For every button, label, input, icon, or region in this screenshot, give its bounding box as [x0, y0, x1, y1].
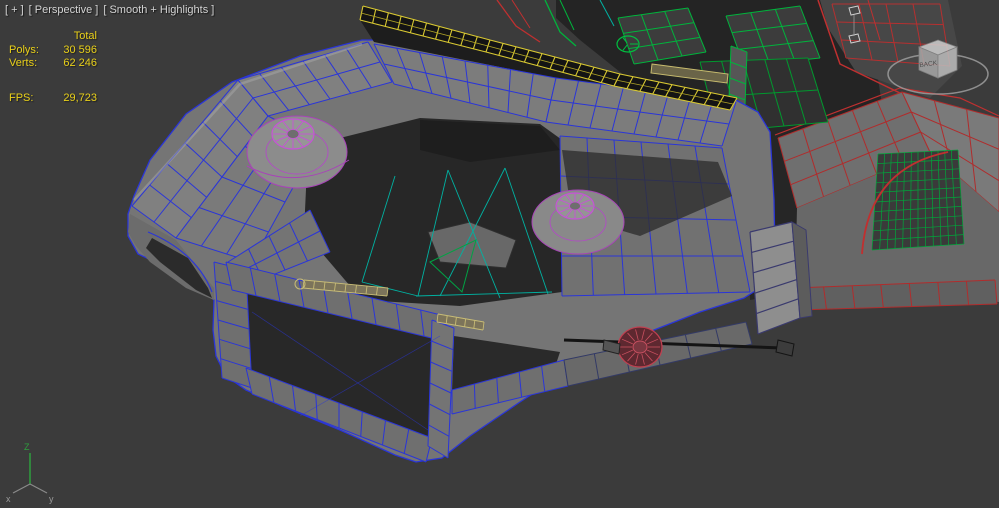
- axis-y-label: y: [49, 494, 54, 504]
- axis-y-line: [29, 483, 48, 494]
- stats-row-verts: Verts: 62 246: [9, 57, 97, 71]
- stats-polys-value: 30 596: [63, 43, 97, 56]
- stats-row-polys: Polys: 30 596: [9, 44, 97, 58]
- viewport-canvas[interactable]: BACK Z x y: [0, 0, 999, 508]
- stats-verts-value: 62 246: [63, 57, 97, 69]
- stats-polys-label: Polys:: [9, 43, 39, 56]
- stats-row-total: Total: [9, 30, 97, 44]
- axis-x-line: [12, 483, 31, 494]
- axis-x-label: x: [6, 494, 11, 504]
- stats-fps-label: FPS:: [9, 91, 34, 104]
- stats-row-fps: FPS: 29,723: [9, 92, 97, 106]
- axis-z-label: Z: [24, 442, 30, 452]
- stats-verts-label: Verts:: [9, 57, 38, 69]
- statistics-overlay: Total Polys: 30 596 Verts: 62 246 FPS: 2…: [9, 30, 97, 105]
- world-axis-tripod: Z x y: [6, 442, 54, 504]
- viewport-menu-pov[interactable]: [ Perspective ]: [29, 4, 99, 16]
- stats-total-spacer: [9, 30, 47, 44]
- stats-total-label: Total: [73, 30, 97, 42]
- car-body-model[interactable]: [127, 0, 999, 463]
- viewport-menu-general[interactable]: [ + ]: [5, 4, 24, 16]
- viewport-menu-shading[interactable]: [ Smooth + Highlights ]: [103, 4, 214, 16]
- stats-fps-value: 29,723: [63, 91, 97, 104]
- viewport-label-bar: [ + ] [ Perspective ] [ Smooth + Highlig…: [5, 4, 214, 16]
- viewport[interactable]: BACK Z x y [ + ] [ Perspective ] [ Smoot…: [0, 0, 999, 508]
